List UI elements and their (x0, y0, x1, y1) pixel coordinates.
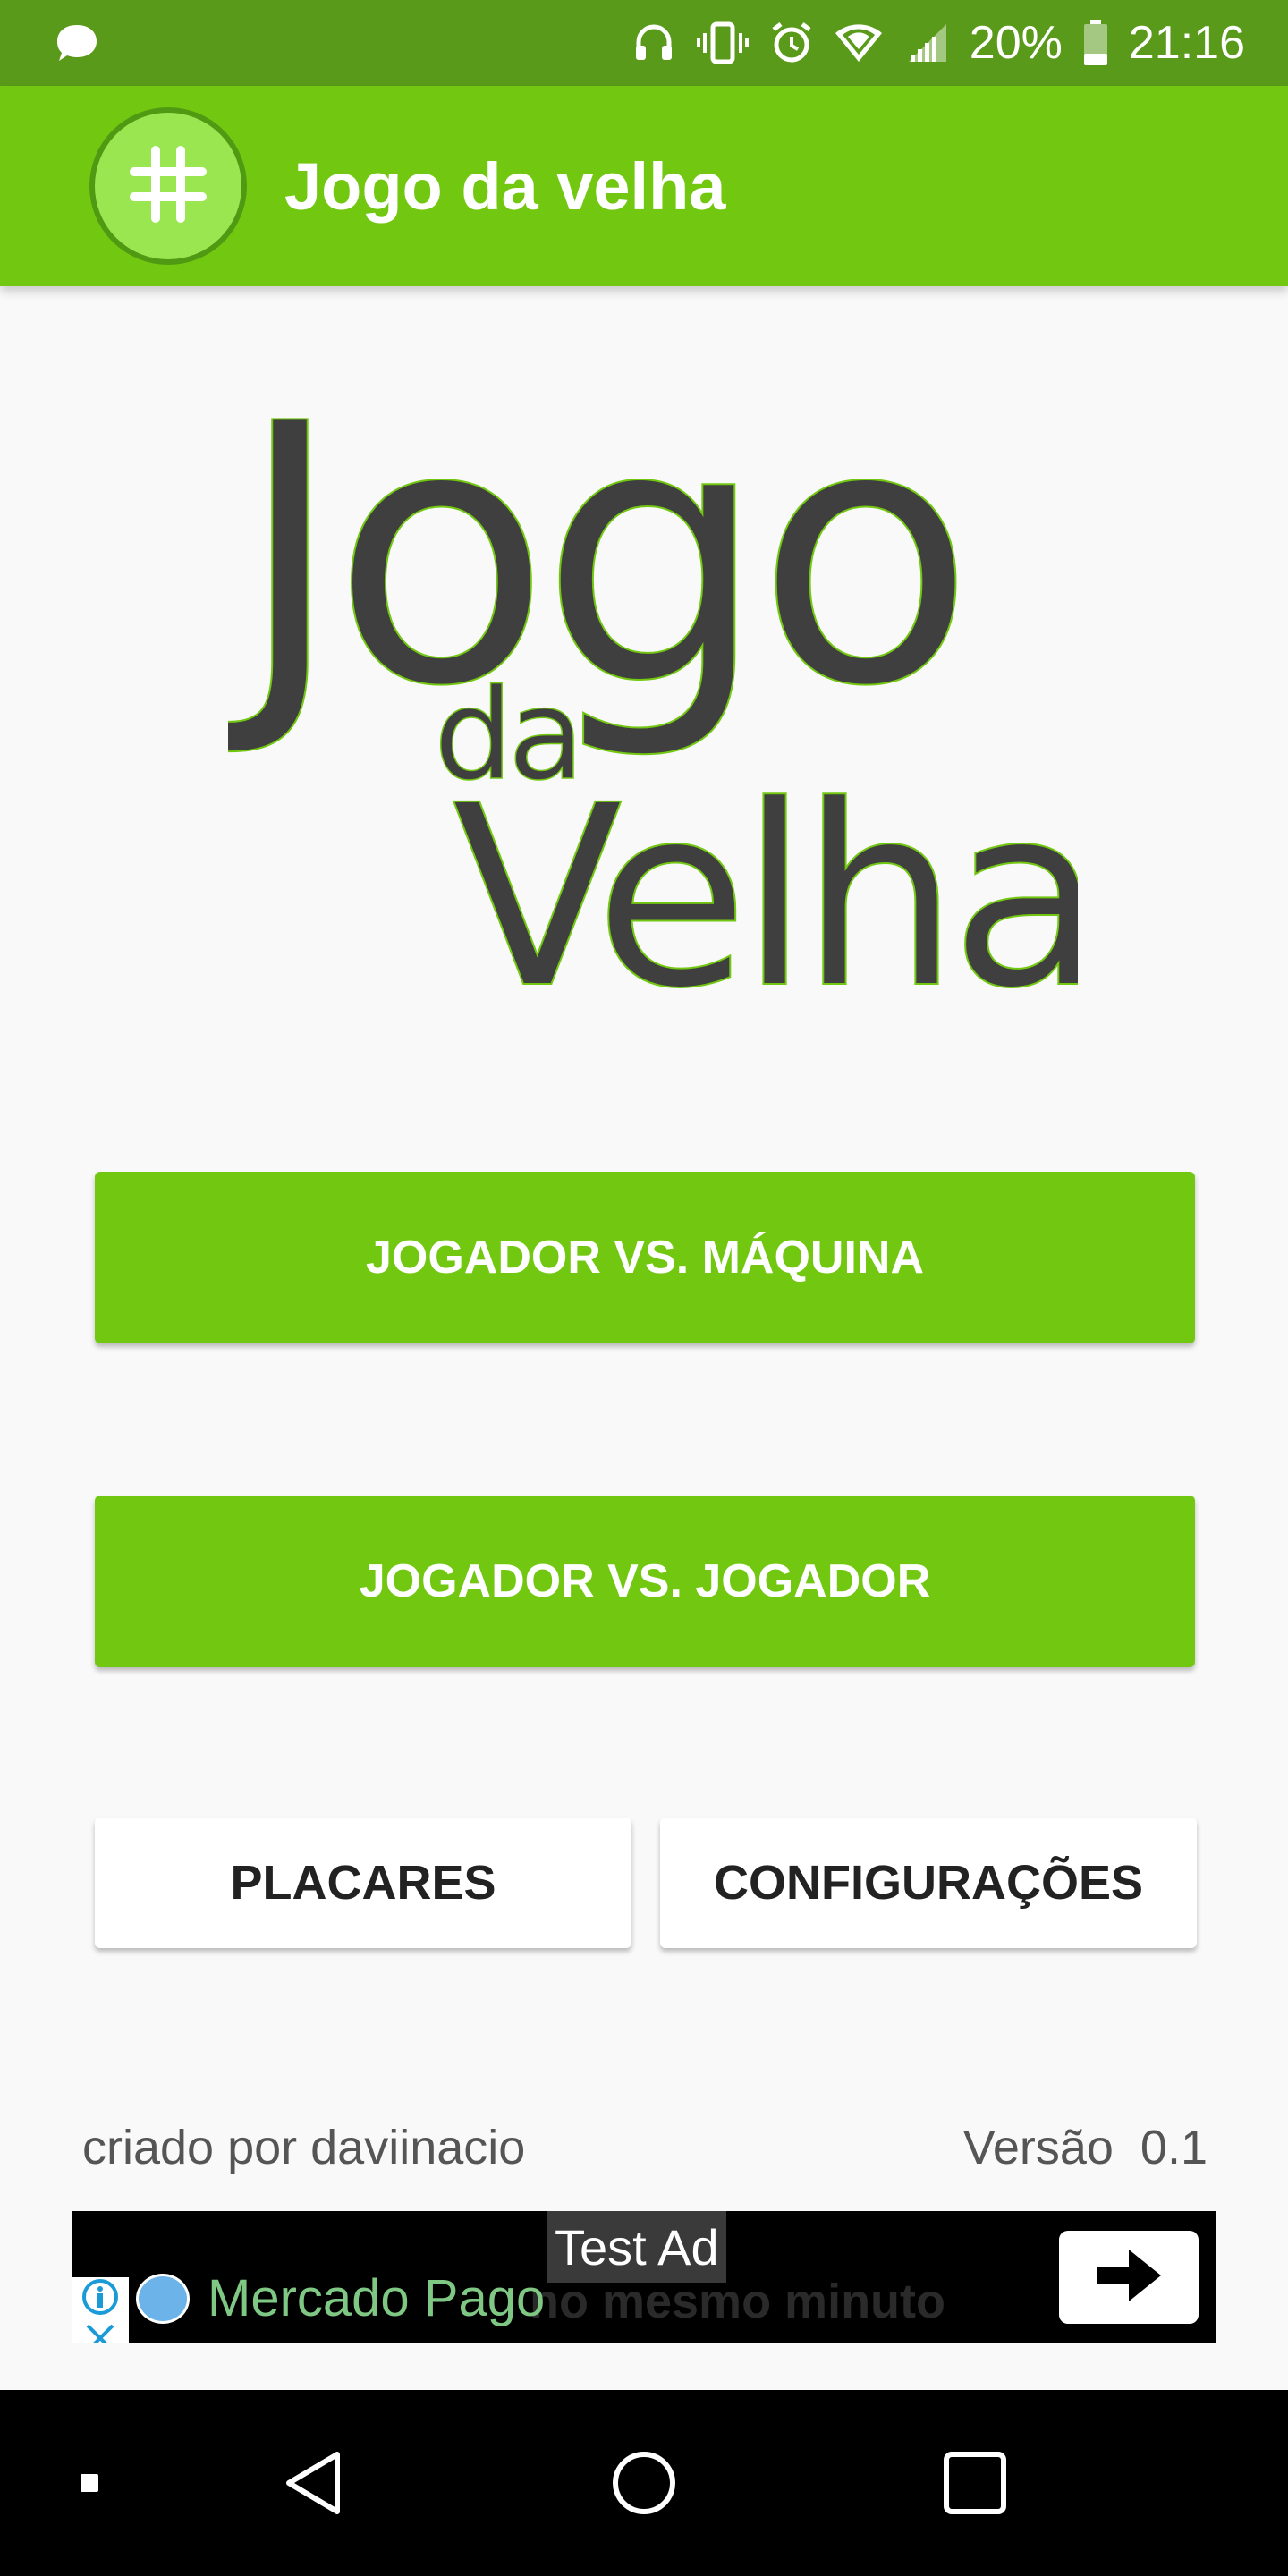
arrow-right-icon (1093, 2244, 1165, 2310)
logo-word-velha: Velha (452, 752, 1078, 1020)
creator-credit: criado por daviinacio (82, 2121, 526, 2174)
overview-icon[interactable] (930, 2390, 1020, 2576)
player-vs-machine-button[interactable]: JOGADOR VS. MÁQUINA (95, 1172, 1195, 1343)
chat-bubble-icon (54, 21, 100, 64)
signal-icon (903, 21, 950, 65)
version-info: Versão 0.1 (963, 2120, 1208, 2175)
logo-word-jogo: Jogo (228, 394, 964, 765)
alarm-icon (769, 21, 814, 65)
status-left (54, 21, 100, 64)
player-vs-player-button[interactable]: JOGADOR VS. JOGADOR (95, 1496, 1195, 1667)
battery-icon (1082, 20, 1109, 66)
status-bar: 20% 21:16 (0, 0, 1288, 86)
mercado-pago-logo (136, 2274, 190, 2324)
close-icon[interactable] (82, 2320, 118, 2343)
info-icon[interactable] (80, 2277, 120, 2320)
status-right: 20% 21:16 (631, 16, 1245, 70)
recents-dot-icon[interactable] (54, 2390, 125, 2576)
ad-controls (72, 2277, 129, 2343)
ad-cta-button[interactable] (1059, 2231, 1199, 2324)
scores-button[interactable]: PLACARES (95, 1818, 631, 1948)
version-value: 0.1 (1140, 2121, 1208, 2174)
wifi-icon (834, 21, 884, 65)
navigation-bar (0, 2390, 1288, 2576)
status-time: 21:16 (1128, 17, 1245, 69)
home-icon[interactable] (599, 2390, 689, 2576)
headphones-icon (631, 21, 676, 65)
settings-button[interactable]: CONFIGURAÇÕES (660, 1818, 1197, 1948)
ad-brand: Mercado Pago (208, 2269, 546, 2327)
vibrate-icon (696, 21, 750, 65)
version-label: Versão (962, 2121, 1114, 2174)
ad-label: Test Ad (547, 2211, 726, 2283)
battery-percent: 20% (969, 17, 1063, 69)
app-logo (89, 107, 247, 265)
app-bar: Jogo da velha (0, 86, 1288, 286)
back-icon[interactable] (268, 2390, 358, 2576)
app-title: Jogo da velha (284, 148, 726, 224)
ad-banner[interactable]: no mesmo minuto Test Ad Mercado Pago (72, 2211, 1216, 2343)
hash-icon (125, 141, 211, 231)
game-logo: Jogo da Velha (228, 394, 1078, 1020)
